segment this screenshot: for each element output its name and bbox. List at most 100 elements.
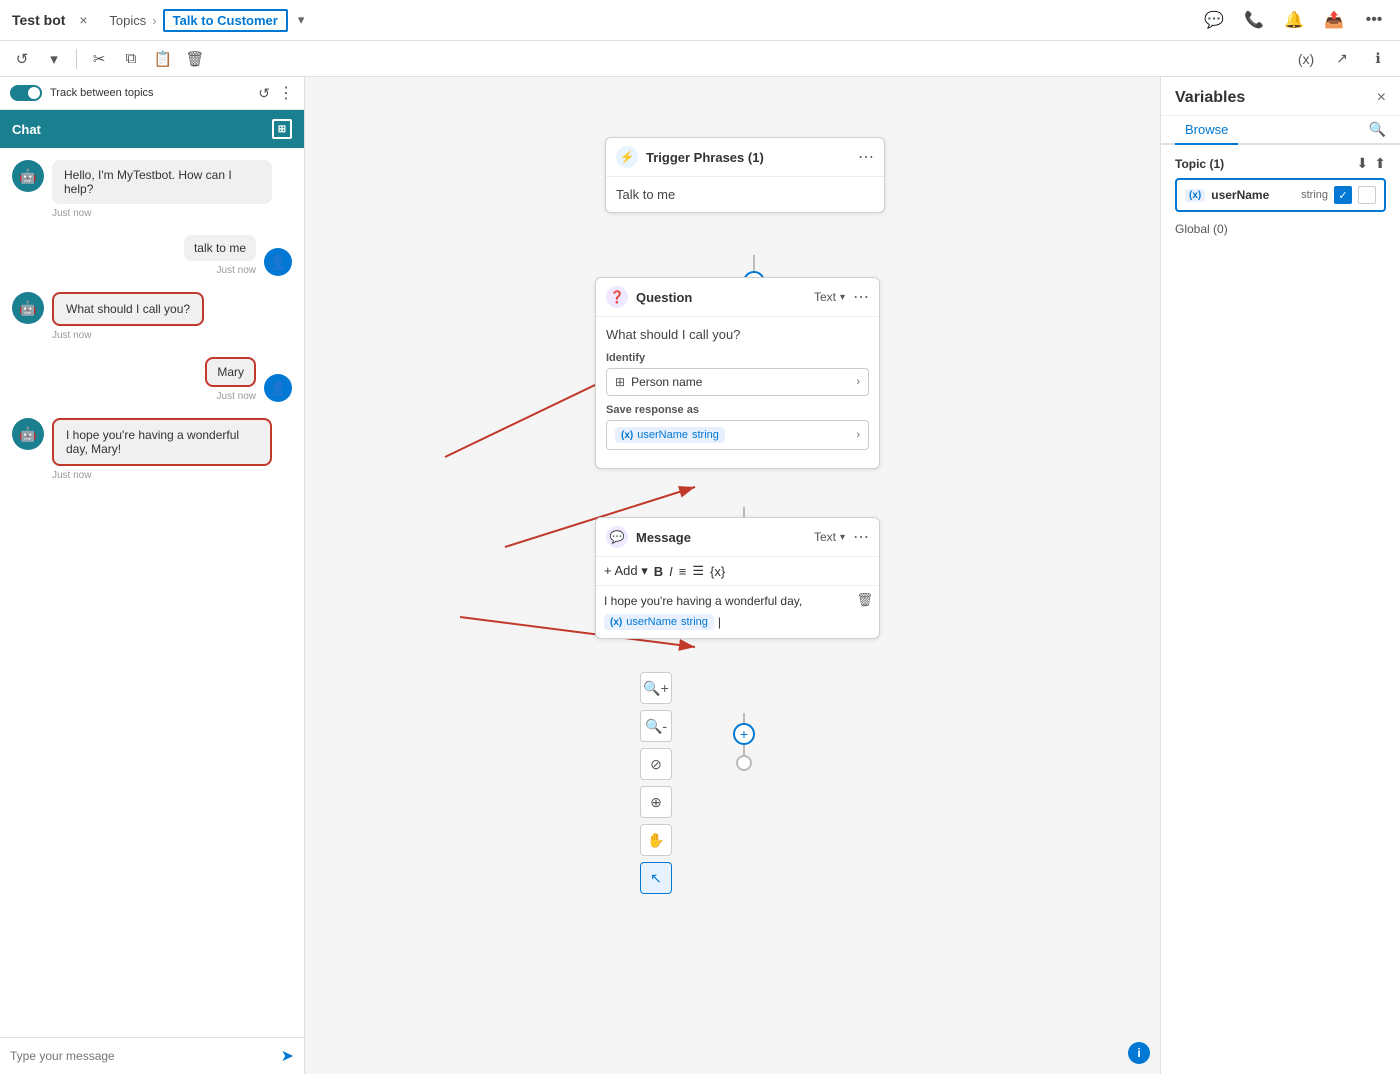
- variable-tag-message[interactable]: (x) userName string: [604, 614, 714, 630]
- redo-chevron-button[interactable]: ▾: [40, 45, 68, 73]
- align-button[interactable]: ≡: [679, 564, 687, 579]
- message-variable-row: (x) userName string |: [604, 614, 871, 630]
- undo-button[interactable]: ↺: [8, 45, 36, 73]
- question-node-body: What should I call you? Identify ⊞ Perso…: [596, 317, 879, 468]
- user-bubble-1: talk to me: [184, 235, 256, 261]
- zoom-in-button[interactable]: 🔍+: [640, 672, 672, 704]
- chat-input[interactable]: [10, 1049, 273, 1063]
- app-title: Test bot: [12, 12, 65, 28]
- trigger-node-menu[interactable]: ⋯: [858, 147, 874, 167]
- question-node-menu[interactable]: ⋯: [853, 287, 869, 307]
- variable-insert-button[interactable]: {x}: [710, 564, 725, 579]
- info-button[interactable]: i: [1128, 1042, 1150, 1064]
- delete-button[interactable]: 🗑: [181, 45, 209, 73]
- var-checkbox-checked[interactable]: ✓: [1334, 186, 1352, 204]
- panel-header: Variables ×: [1161, 77, 1400, 116]
- message-node-menu[interactable]: ⋯: [853, 527, 869, 547]
- upload-icon-btn[interactable]: ⬆: [1374, 155, 1386, 172]
- var-checkbox-unchecked[interactable]: [1358, 186, 1376, 204]
- add-content-button[interactable]: + Add ▾: [604, 563, 648, 579]
- trigger-node[interactable]: ⚡ Trigger Phrases (1) ⋯ Talk to me: [605, 137, 885, 213]
- topic-section-header: Topic (1) ⬇ ⬆: [1175, 155, 1386, 172]
- user-avatar-1: 👤: [264, 248, 292, 276]
- chat-input-area: ➤: [0, 1037, 304, 1074]
- bot-bubble-2: What should I call you?: [52, 292, 204, 326]
- cut-button[interactable]: ✂: [85, 45, 113, 73]
- bold-button[interactable]: B: [654, 564, 663, 579]
- text-label-question: Text: [814, 290, 836, 304]
- fit-button[interactable]: ⊕: [640, 786, 672, 818]
- select-button[interactable]: ↖: [640, 862, 672, 894]
- text-badge-message[interactable]: Text ▾: [814, 530, 845, 544]
- variable-row[interactable]: (x) userName string ✓: [1175, 178, 1386, 212]
- more-button[interactable]: ⋮: [278, 83, 294, 103]
- refresh-button[interactable]: ↺: [258, 85, 270, 102]
- var-name-question: userName: [637, 429, 688, 441]
- info-icon-btn[interactable]: ℹ: [1364, 45, 1392, 73]
- export-icon-btn[interactable]: ↗: [1328, 45, 1356, 73]
- end-circle: [736, 755, 752, 771]
- text-chevron-message: ▾: [840, 532, 845, 543]
- breadcrumb-current[interactable]: Talk to Customer: [163, 9, 288, 32]
- message-node-title: Message: [636, 530, 806, 545]
- chat-user-message-1: talk to me Just now 👤: [12, 235, 292, 276]
- trigger-node-body: Talk to me: [606, 177, 884, 212]
- more-icon-btn[interactable]: •••: [1360, 6, 1388, 34]
- var-type-message: string: [681, 616, 708, 628]
- share-icon-btn[interactable]: 📤: [1320, 6, 1348, 34]
- download-icon-btn[interactable]: ⬇: [1357, 155, 1369, 172]
- save-label: Save response as: [606, 404, 869, 416]
- chat-icon-btn[interactable]: 💬: [1200, 6, 1228, 34]
- toolbar: ↺ ▾ ✂ ⧉ 📋 🗑 (x) ↗ ℹ: [0, 41, 1400, 77]
- breadcrumb: Topics › Talk to Customer ▾: [109, 9, 304, 32]
- breadcrumb-parent[interactable]: Topics: [109, 13, 146, 28]
- var-type-question: string: [692, 429, 719, 441]
- message-node-header: 💬 Message Text ▾ ⋯: [596, 518, 879, 557]
- text-badge-question[interactable]: Text ▾: [814, 290, 845, 304]
- question-node[interactable]: ❓ Question Text ▾ ⋯ What should I call y…: [595, 277, 880, 469]
- zoom-out-button[interactable]: 🔍-: [640, 710, 672, 742]
- message-icon: 💬: [606, 526, 628, 548]
- copy-button[interactable]: ⧉: [117, 45, 145, 73]
- save-response-field[interactable]: (x) userName string ›: [606, 420, 869, 450]
- trigger-node-header: ⚡ Trigger Phrases (1) ⋯: [606, 138, 884, 177]
- bell-icon-btn[interactable]: 🔔: [1280, 6, 1308, 34]
- bot-avatar-3: 🤖: [12, 418, 44, 450]
- phone-icon-btn[interactable]: 📞: [1240, 6, 1268, 34]
- chat-bot-message-2: 🤖 What should I call you? Just now: [12, 292, 292, 341]
- message-content: 🗑 I hope you're having a wonderful day, …: [596, 586, 879, 638]
- paste-button[interactable]: 📋: [149, 45, 177, 73]
- sidebar-top-bar: Track between topics ↺ ⋮: [0, 77, 304, 110]
- message-delete-button[interactable]: 🗑: [856, 592, 873, 608]
- question-node-header: ❓ Question Text ▾ ⋯: [596, 278, 879, 317]
- panel-close-button[interactable]: ×: [1377, 89, 1386, 107]
- sidebar: Track between topics ↺ ⋮ Chat ⊞ 🤖 Hello,…: [0, 77, 305, 1074]
- track-topics-toggle[interactable]: [10, 85, 42, 101]
- italic-button[interactable]: I: [669, 564, 673, 579]
- identify-label: Identify: [606, 352, 869, 364]
- add-button-3[interactable]: +: [733, 723, 755, 745]
- chat-time-5: Just now: [52, 470, 272, 481]
- list-button[interactable]: ☰: [692, 563, 704, 579]
- tab-browse[interactable]: Browse: [1175, 116, 1238, 145]
- chat-time-1: Just now: [52, 208, 272, 219]
- reset-view-button[interactable]: ⊘: [640, 748, 672, 780]
- variables-panel: Variables × Browse 🔍 Topic (1) ⬇ ⬆ (x) u…: [1160, 77, 1400, 1074]
- identify-field[interactable]: ⊞ Person name ›: [606, 368, 869, 396]
- send-button[interactable]: ➤: [281, 1046, 294, 1066]
- chevron-down-icon[interactable]: ▾: [298, 12, 305, 28]
- connector-3: +: [733, 713, 755, 771]
- main-content: Track between topics ↺ ⋮ Chat ⊞ 🤖 Hello,…: [0, 77, 1400, 1074]
- pan-button[interactable]: ✋: [640, 824, 672, 856]
- sidebar-chat-header: Chat ⊞: [0, 110, 304, 148]
- right-toolbar: (x) ↗ ℹ: [1292, 45, 1392, 73]
- variable-icon-btn[interactable]: (x): [1292, 45, 1320, 73]
- app-close-button[interactable]: ×: [73, 10, 93, 30]
- top-bar: Test bot × Topics › Talk to Customer ▾ 💬…: [0, 0, 1400, 41]
- search-button[interactable]: 🔍: [1369, 116, 1386, 143]
- var-name-message: userName: [626, 616, 677, 628]
- side-tools: 🔍+ 🔍- ⊘ ⊕ ✋ ↖: [640, 672, 672, 894]
- sidebar-chat-icon: ⊞: [272, 119, 292, 139]
- message-node[interactable]: 💬 Message Text ▾ ⋯ + Add ▾ B I ≡ ☰ {x} 🗑…: [595, 517, 880, 639]
- trigger-phrase: Talk to me: [616, 187, 874, 202]
